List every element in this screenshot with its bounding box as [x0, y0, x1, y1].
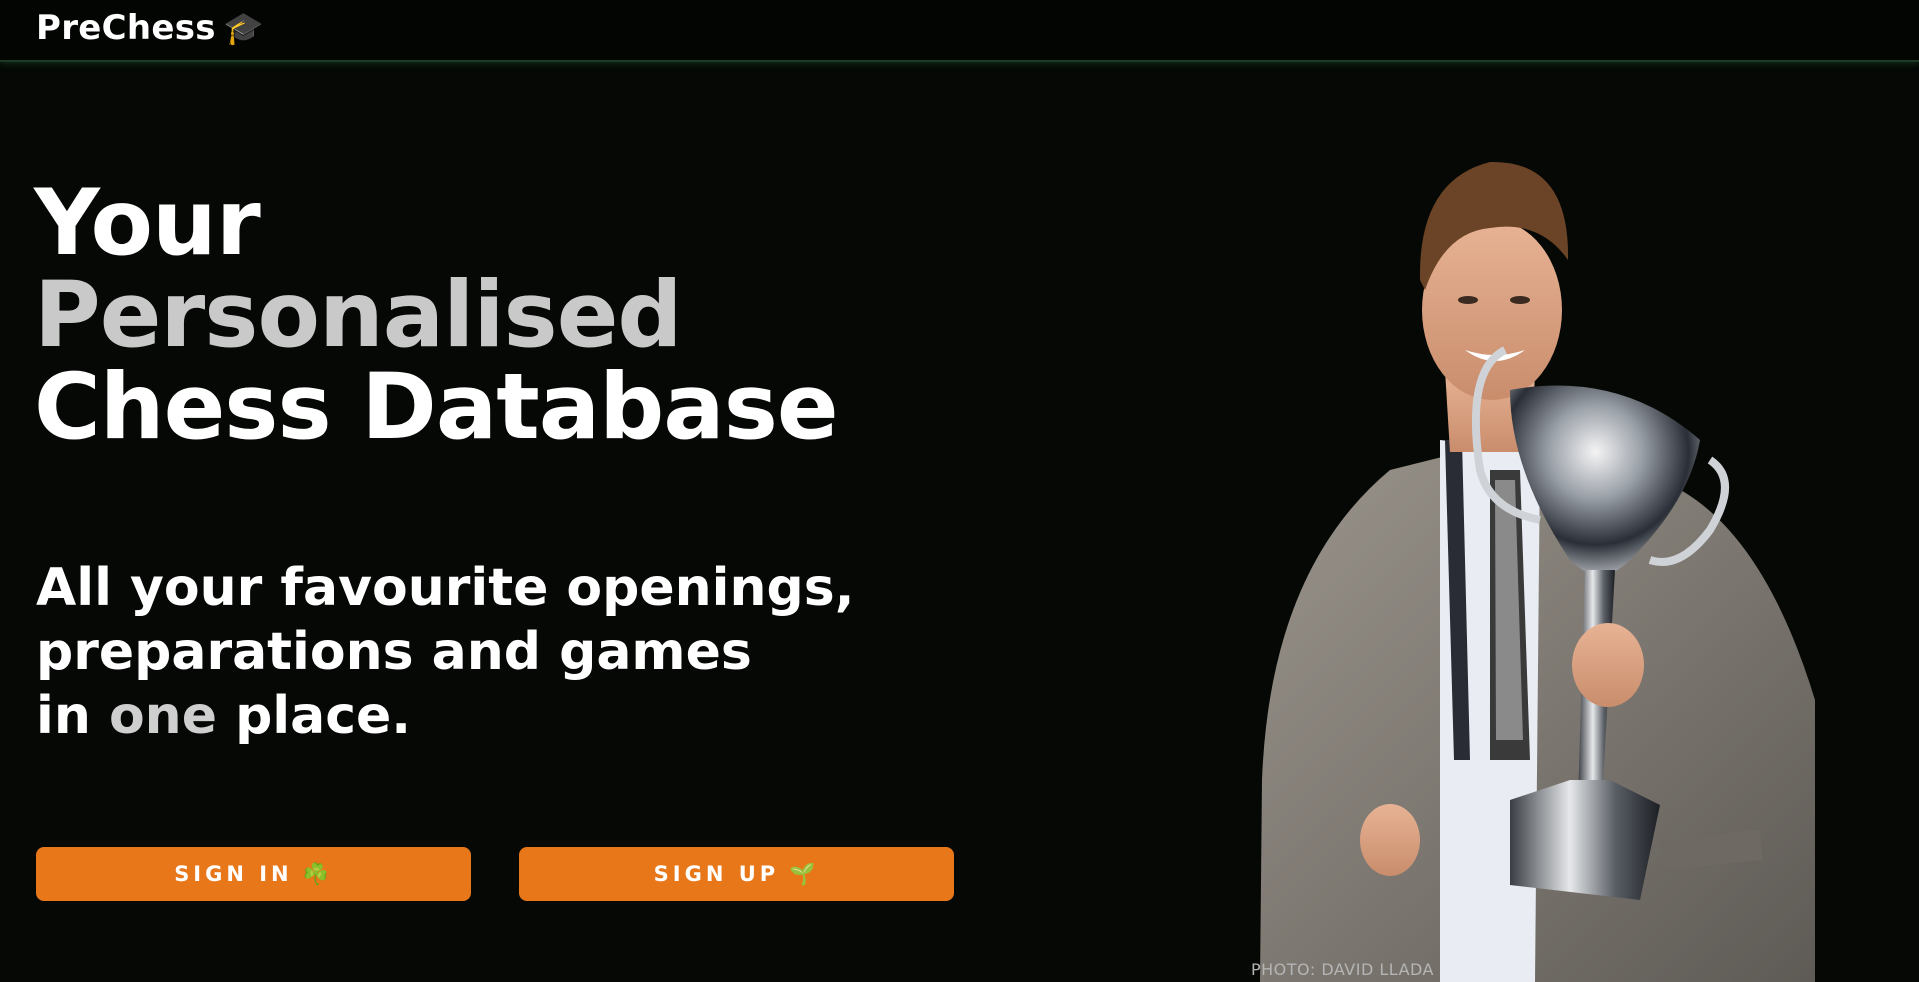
tagline-line-3: in one place. [36, 684, 854, 748]
clover-icon: ☘️ [302, 861, 333, 886]
hero-title-line-2: Personalised [34, 263, 683, 368]
tagline-line-1: All your favourite openings, [36, 558, 855, 618]
tagline-highlight: one [108, 686, 217, 746]
hero-title-line-3: Chess Database [34, 355, 839, 460]
sign-in-button[interactable]: SIGN IN ☘️ [36, 847, 471, 901]
tagline-line-3-suffix: place. [216, 686, 412, 746]
sign-in-label: SIGN IN [174, 862, 293, 886]
hero-photo [1260, 161, 1815, 982]
hero-tagline: All your favourite openings, preparation… [36, 556, 854, 748]
tagline-line-2: preparations and games [36, 622, 752, 682]
hero-title-line-1: Your [34, 171, 261, 276]
sign-up-button[interactable]: SIGN UP 🌱 [519, 847, 954, 901]
brand-name: PreChess [36, 8, 216, 48]
seedling-icon: 🌱 [789, 861, 820, 886]
graduation-cap-icon: 🎓 [223, 9, 264, 47]
photo-credit: PHOTO: DAVID LLADA [1251, 960, 1434, 979]
top-navbar: PreChess 🎓 [0, 0, 1919, 62]
brand-logo[interactable]: PreChess 🎓 [36, 8, 264, 48]
sign-up-label: SIGN UP [653, 862, 780, 886]
tagline-line-3-prefix: in [36, 686, 109, 746]
hero-title: Your Personalised Chess Database [34, 171, 839, 460]
